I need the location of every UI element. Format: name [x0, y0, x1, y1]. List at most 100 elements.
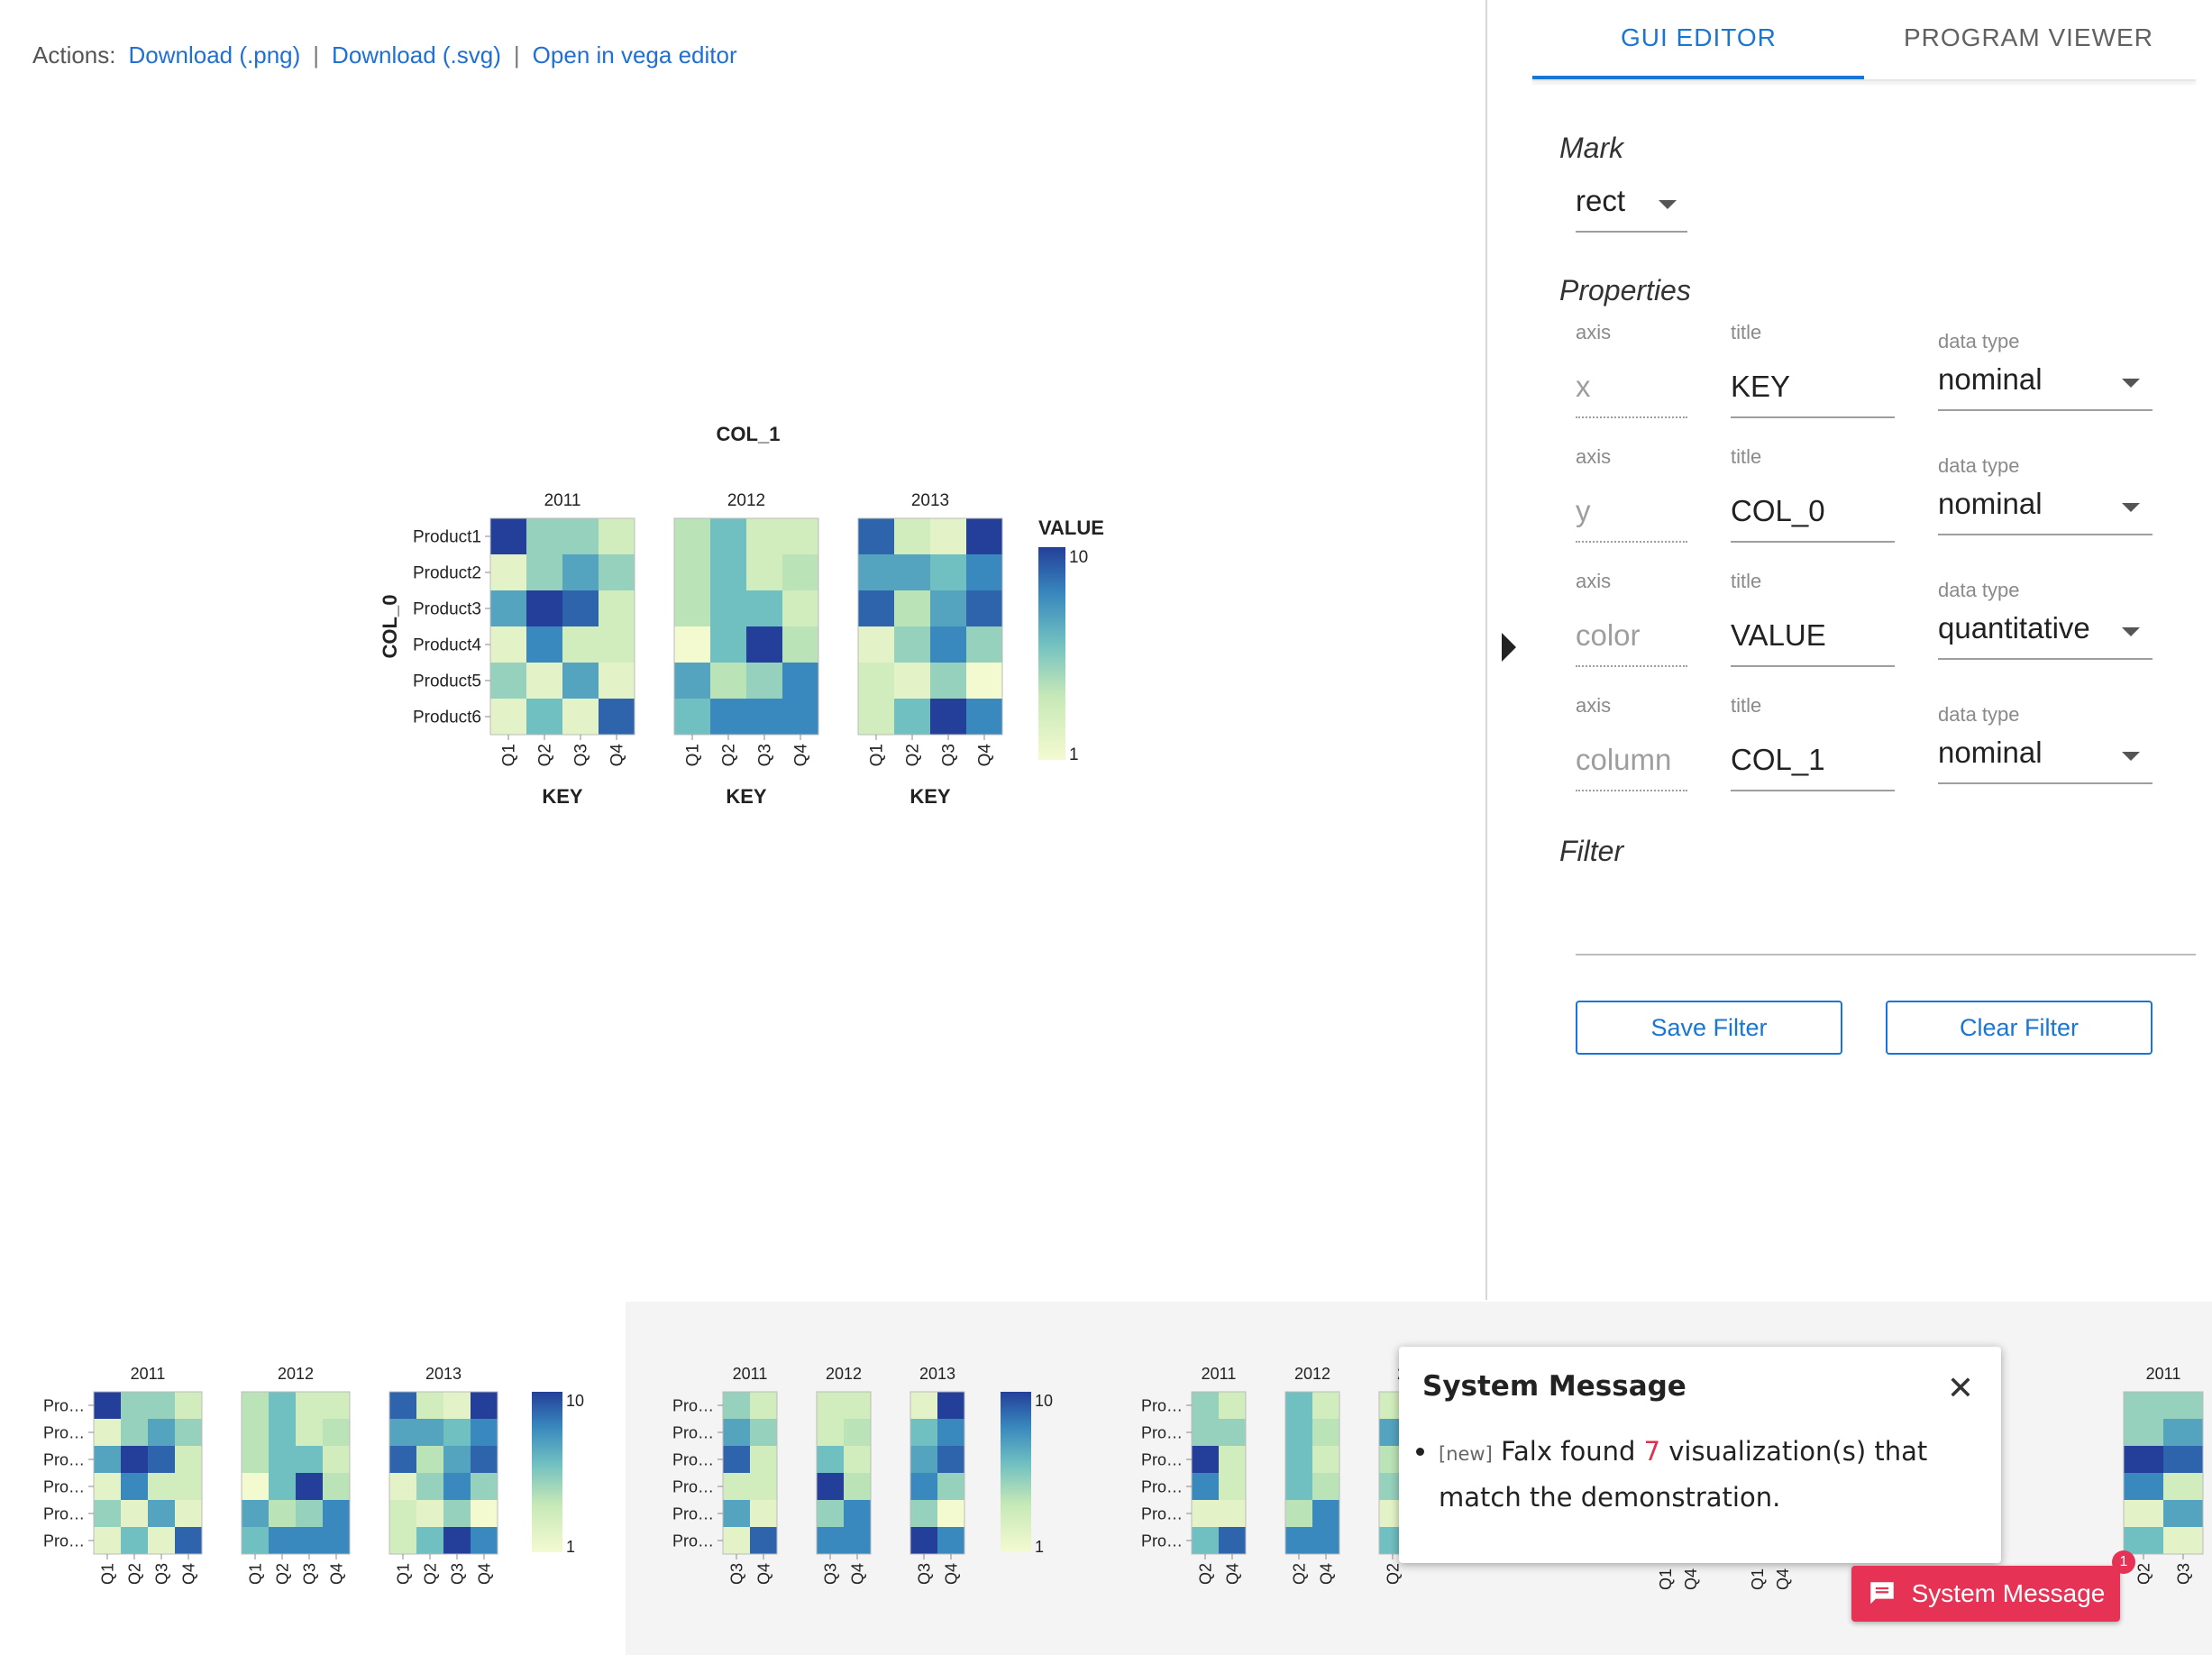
heatmap-cell	[389, 1446, 416, 1473]
heatmap-cell	[1219, 1446, 1246, 1473]
download-png-link[interactable]: Download (.png)	[129, 41, 301, 69]
x-tick-label: Q2	[720, 744, 739, 766]
x-tick-label: Q4	[1223, 1563, 1241, 1585]
axis-field-color[interactable]: color	[1576, 618, 1687, 667]
y-tick-label: Pro…	[43, 1396, 85, 1414]
heatmap-cell	[148, 1392, 175, 1419]
axis-field-y[interactable]: y	[1576, 494, 1687, 543]
filter-input[interactable]	[1576, 954, 2196, 956]
x-tick-label: Q4	[1774, 1568, 1792, 1590]
heatmap-cell	[526, 590, 562, 626]
heatmap-cell	[562, 554, 599, 590]
heatmap-cell	[471, 1419, 498, 1446]
tab-gui-editor[interactable]: GUI EDITOR	[1621, 23, 1777, 52]
x-tick-label: Q3	[940, 744, 959, 766]
heatmap-cell	[930, 554, 966, 590]
heatmap-cell	[937, 1500, 964, 1527]
system-message-list: [new] Falx found 7 visualization(s) that…	[1439, 1430, 1979, 1519]
data-type-select-x[interactable]: nominal	[1938, 362, 2153, 411]
tabs-divider	[1532, 79, 2196, 81]
heatmap-cell	[526, 663, 562, 699]
heatmap-cell	[817, 1500, 844, 1527]
y-tick-label: Pro…	[1141, 1477, 1183, 1495]
title-field-y[interactable]: COL_0	[1731, 494, 1895, 543]
heatmap-cell	[858, 626, 894, 663]
y-tick-label: Pro…	[672, 1477, 714, 1495]
heatmap-cell	[121, 1392, 148, 1419]
heatmap-cell	[562, 590, 599, 626]
title-field-color[interactable]: VALUE	[1731, 618, 1895, 667]
heatmap-cell	[175, 1446, 202, 1473]
color-legend-gradient	[1038, 547, 1065, 760]
facet-title: 2012	[727, 491, 765, 510]
heatmap-cell	[175, 1419, 202, 1446]
facet-title: 2012	[826, 1365, 862, 1383]
heatmap-cell	[269, 1500, 296, 1527]
heatmap-cell	[710, 518, 746, 554]
y-tick-label: Pro…	[1141, 1450, 1183, 1468]
facet-title: 2012	[278, 1365, 314, 1383]
y-tick-label: Product6	[413, 709, 481, 727]
heatmap-cell	[2163, 1473, 2203, 1500]
y-tick-label: Pro…	[672, 1504, 714, 1522]
x-tick-label: Q1	[246, 1563, 264, 1585]
x-tick-label: Q1	[1749, 1568, 1767, 1590]
axis-field-column[interactable]: column	[1576, 743, 1687, 791]
heatmap-cell	[175, 1527, 202, 1554]
y-axis-title: COL_0	[379, 595, 401, 659]
heatmap-cell	[490, 518, 526, 554]
heatmap-cell	[389, 1392, 416, 1419]
save-filter-button[interactable]: Save Filter	[1576, 1001, 1842, 1055]
x-tick-label: Q4	[1317, 1563, 1335, 1585]
axis-field-x[interactable]: x	[1576, 370, 1687, 418]
system-message-button[interactable]: System Message	[1851, 1566, 2120, 1622]
heatmap-cell	[175, 1392, 202, 1419]
heatmap-cell	[723, 1473, 750, 1500]
heatmap-cell	[526, 518, 562, 554]
data-type-select-color[interactable]: quantitative	[1938, 611, 2153, 660]
heatmap-cell	[910, 1500, 937, 1527]
download-svg-link[interactable]: Download (.svg)	[332, 41, 501, 69]
data-type-select-column[interactable]: nominal	[1938, 736, 2153, 784]
gallery-thumbnail[interactable]: 2011 Q3 Q4 2012 Q3 Q4 2013 Q3 Q4 Pro… Pro… Pro… Pro……	[654, 1343, 1078, 1614]
main-heatmap-chart: 2011 Q1 Q2 Q3 Q4 KEY 2012 Q1 Q2 Q3 Q4 KEY 2013 Q1 Q2 Q3…	[379, 423, 1104, 808]
close-icon[interactable]: ✕	[1947, 1370, 1974, 1407]
heatmap-cell	[746, 699, 782, 735]
heatmap-cell	[782, 699, 818, 735]
heatmap-cell	[1285, 1419, 1312, 1446]
filter-section-title: Filter	[1559, 835, 1624, 867]
gallery-thumbnail[interactable]: Q1 Q4 Q1 Q4	[1641, 1559, 1821, 1623]
heatmap-cell	[782, 518, 818, 554]
heatmap-cell	[148, 1446, 175, 1473]
y-tick-label: Product3	[413, 600, 481, 619]
heatmap-cell	[1192, 1446, 1219, 1473]
x-tick-label: Q4	[754, 1563, 772, 1585]
x-tick-label: Q4	[608, 744, 627, 767]
data-type-select-y[interactable]: nominal	[1938, 487, 2153, 535]
heatmap-cell	[746, 590, 782, 626]
y-tick-label: Pro…	[672, 1423, 714, 1441]
x-axis-title: KEY	[726, 785, 767, 808]
title-field-x[interactable]: KEY	[1731, 370, 1895, 418]
tab-program-viewer[interactable]: PROGRAM VIEWER	[1904, 23, 2153, 52]
heatmap-cell	[750, 1392, 777, 1419]
expand-arrow-icon[interactable]	[1502, 633, 1516, 662]
heatmap-cell	[242, 1446, 269, 1473]
system-message-button-label: System Message	[1911, 1579, 2106, 1607]
heatmap-cell	[930, 518, 966, 554]
color-legend-gradient	[1001, 1392, 1031, 1552]
heatmap-cell	[296, 1392, 323, 1419]
heatmap-cell	[782, 663, 818, 699]
heatmap-cell	[894, 590, 930, 626]
open-vega-editor-link[interactable]: Open in vega editor	[533, 41, 737, 69]
gallery-thumbnail[interactable]: 2011 Q1 Q2 Q3 Q4 2012 Q1 Q2 Q3 Q4 2013 Q1 Q2 Q3 Q4 Pro……	[27, 1343, 604, 1614]
x-axis-title: KEY	[909, 785, 951, 808]
heatmap-cell	[490, 663, 526, 699]
heatmap-cell	[1192, 1473, 1219, 1500]
gallery-thumbnail[interactable]: 2011Q2Q42012Q2Q420Q2Q4Pro…Pro…Pro…Pro…Pr…	[1127, 1343, 1406, 1614]
legend-title: VALUE	[1038, 517, 1104, 539]
clear-filter-button[interactable]: Clear Filter	[1886, 1001, 2153, 1055]
title-field-column[interactable]: COL_1	[1731, 743, 1895, 791]
heatmap-cell	[599, 590, 635, 626]
actions-label: Actions:	[32, 41, 116, 69]
